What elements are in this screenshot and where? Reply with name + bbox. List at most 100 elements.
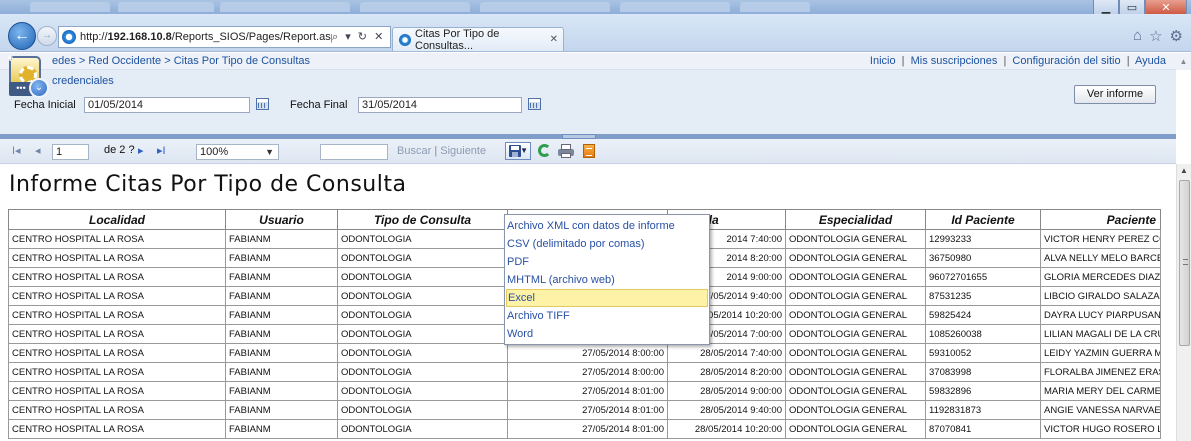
table-cell: ANGIE VANESSA NARVAEZ BASTI: [1040, 400, 1161, 420]
table-cell: CENTRO HOSPITAL LA ROSA: [8, 267, 226, 287]
table-cell: ODONTOLOGIA GENERAL: [785, 324, 926, 344]
table-cell: FABIANM: [225, 381, 338, 401]
export-option[interactable]: CSV (delimitado por comas): [506, 235, 708, 253]
table-cell: CENTRO HOSPITAL LA ROSA: [8, 324, 226, 344]
table-row: CENTRO HOSPITAL LA ROSA FABIANM ODONTOLOGI…: [8, 400, 1161, 420]
table-cell: ODONTOLOGIA: [337, 343, 508, 363]
last-page-icon[interactable]: ▸I: [157, 144, 166, 157]
table-row: CENTRO HOSPITAL LA ROSA FABIANM ODONTOLOGI…: [8, 362, 1161, 382]
table-cell: ODONTOLOGIA: [337, 400, 508, 420]
fecha-final-input[interactable]: 31/05/2014: [358, 97, 522, 113]
scroll-up-arrow-icon[interactable]: ▲: [1180, 166, 1188, 175]
buscar-link[interactable]: Buscar: [397, 145, 431, 157]
background-tab[interactable]: [480, 2, 610, 12]
tools-gear-icon[interactable]: ⚙: [1170, 27, 1183, 45]
background-tab[interactable]: [620, 2, 730, 12]
column-header-paciente[interactable]: Paciente: [1040, 209, 1161, 230]
favorites-star-icon[interactable]: ☆: [1149, 27, 1162, 45]
table-cell: FABIANM: [225, 324, 338, 344]
desktop-gadget-icon[interactable]: + ••• ⌄: [7, 54, 61, 107]
export-option[interactable]: Archivo TIFF: [506, 307, 708, 325]
link-mis-suscripciones[interactable]: Mis suscripciones: [911, 55, 998, 67]
ie-page-icon: [62, 30, 76, 44]
column-header-tipo-consulta[interactable]: Tipo de Consulta: [337, 209, 508, 230]
refresh-icon[interactable]: [538, 144, 551, 157]
table-row: CENTRO HOSPITAL LA ROSA FABIANM ODONTOLOGI…: [8, 343, 1161, 363]
table-cell: ALVA NELLY MELO BARCENAS: [1040, 248, 1161, 268]
scroll-up-arrow-icon[interactable]: ▲: [1176, 53, 1191, 70]
export-button[interactable]: ▼: [505, 142, 531, 160]
address-controls[interactable]: ⌕ ▾ ↻ ✕: [332, 30, 390, 44]
scrollbar-thumb[interactable]: [1179, 180, 1190, 346]
forward-button[interactable]: →: [37, 26, 57, 46]
table-cell: FABIANM: [225, 400, 338, 420]
table-cell: GLORIA MERCEDES DIAZ ARCINIEG: [1040, 267, 1161, 287]
active-tab[interactable]: Citas Por Tipo de Consultas... ✕: [392, 27, 564, 52]
previous-page-icon[interactable]: ◂: [35, 144, 41, 157]
separator: |: [1003, 55, 1007, 67]
link-configuracion[interactable]: Configuración del sitio: [1012, 55, 1120, 67]
tab-title: Citas Por Tipo de Consultas...: [415, 27, 500, 52]
table-cell: DAYRA LUCY PIARPUSAN PISMAC: [1040, 305, 1161, 325]
back-button[interactable]: ←: [8, 22, 36, 50]
table-cell: ODONTOLOGIA GENERAL: [785, 362, 926, 382]
first-page-icon[interactable]: I◂: [12, 144, 21, 157]
background-tab[interactable]: [740, 2, 810, 12]
table-cell: 12993233: [925, 229, 1041, 249]
next-page-icon[interactable]: ▸: [138, 144, 144, 157]
background-tab[interactable]: [118, 2, 214, 12]
link-ayuda[interactable]: Ayuda: [1135, 55, 1166, 67]
table-cell: ODONTOLOGIA: [337, 267, 508, 287]
data-feed-icon[interactable]: [583, 144, 595, 158]
separator: |: [901, 55, 905, 67]
home-icon[interactable]: ⌂: [1133, 27, 1142, 45]
table-cell: 28/05/2014 9:00:00: [667, 381, 786, 401]
page-number-input[interactable]: 1: [52, 144, 89, 160]
siguiente-link[interactable]: Siguiente: [440, 145, 486, 157]
report-scrollbar[interactable]: ▲: [1176, 164, 1191, 441]
table-cell: ODONTOLOGIA: [337, 248, 508, 268]
table-cell: CENTRO HOSPITAL LA ROSA: [8, 229, 226, 249]
table-cell: CENTRO HOSPITAL LA ROSA: [8, 362, 226, 382]
export-option[interactable]: MHTML (archivo web): [506, 271, 708, 289]
zoom-select[interactable]: 100% ▼: [196, 144, 279, 160]
calendar-icon[interactable]: [528, 98, 541, 110]
column-header-id-paciente[interactable]: Id Paciente: [925, 209, 1041, 230]
table-cell: 59310052: [925, 343, 1041, 363]
column-header-localidad[interactable]: Localidad: [8, 209, 226, 230]
background-tab[interactable]: [220, 2, 350, 12]
breadcrumb[interactable]: edes > Red Occidente > Citas Por Tipo de…: [52, 53, 310, 70]
table-cell: 87531235: [925, 286, 1041, 306]
export-option[interactable]: Word: [506, 325, 708, 343]
table-cell: ODONTOLOGIA: [337, 229, 508, 249]
table-cell: 37083998: [925, 362, 1041, 382]
export-option[interactable]: Excel: [506, 289, 708, 307]
table-cell: 1192831873: [925, 400, 1041, 420]
fecha-inicial-input[interactable]: 01/05/2014: [84, 97, 250, 113]
table-cell: 87070841: [925, 419, 1041, 439]
print-icon[interactable]: [558, 144, 574, 158]
address-bar[interactable]: http://192.168.10.8/Reports_SIOS/Pages/R…: [58, 26, 391, 48]
ver-informe-button[interactable]: Ver informe: [1074, 85, 1156, 104]
browser-toolbar-icons: ⌂ ☆ ⚙: [1133, 27, 1183, 45]
background-tab[interactable]: [360, 2, 470, 12]
table-cell: ODONTOLOGIA GENERAL: [785, 229, 926, 249]
table-cell: FABIANM: [225, 305, 338, 325]
background-tab[interactable]: [30, 2, 110, 12]
table-cell: FABIANM: [225, 419, 338, 439]
address-url[interactable]: http://192.168.10.8/Reports_SIOS/Pages/R…: [80, 31, 332, 43]
table-cell: FABIANM: [225, 248, 338, 268]
column-header-especialidad[interactable]: Especialidad: [785, 209, 926, 230]
top-links: Inicio | Mis suscripciones | Configuraci…: [870, 53, 1166, 70]
column-header-usuario[interactable]: Usuario: [225, 209, 338, 230]
tab-close-icon[interactable]: ✕: [550, 34, 558, 45]
calendar-icon[interactable]: [256, 98, 269, 110]
zoom-value: 100%: [200, 146, 229, 158]
separator: |: [434, 145, 438, 157]
export-option[interactable]: PDF: [506, 253, 708, 271]
export-option[interactable]: Archivo XML con datos de informe: [506, 217, 708, 235]
find-input[interactable]: [320, 144, 388, 160]
credentials-link[interactable]: credenciales: [52, 75, 114, 87]
link-inicio[interactable]: Inicio: [870, 55, 896, 67]
table-cell: 59832896: [925, 381, 1041, 401]
